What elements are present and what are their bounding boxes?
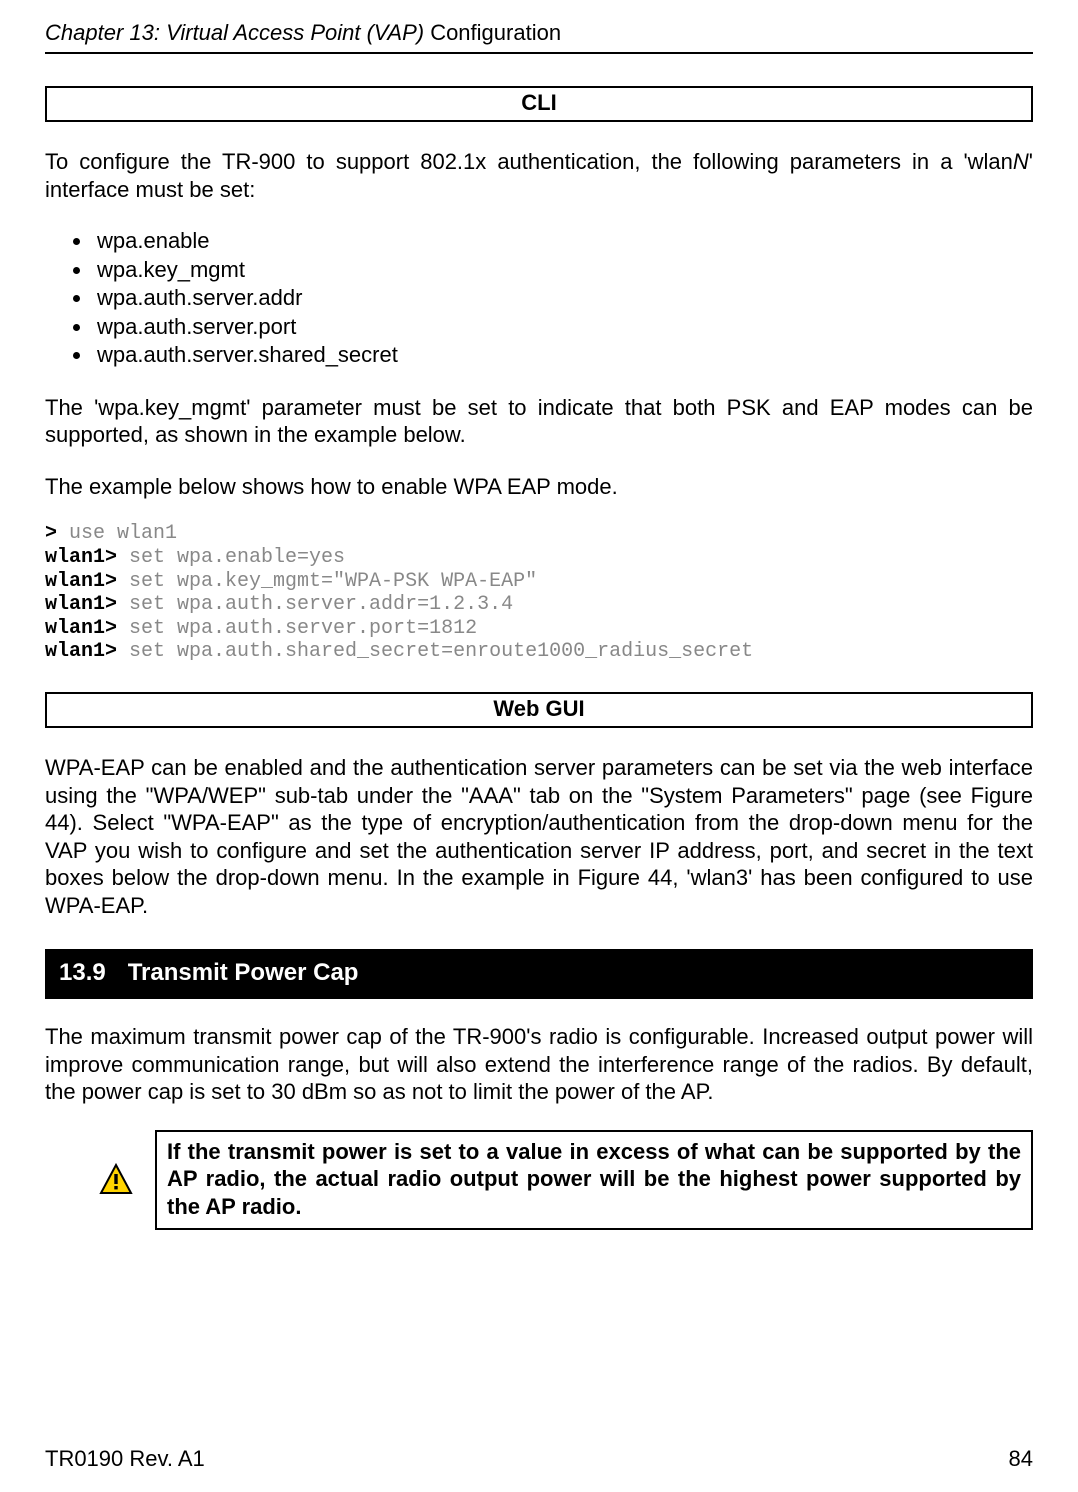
webgui-heading: Web GUI bbox=[45, 692, 1033, 728]
code-prompt: wlan1> bbox=[45, 593, 117, 616]
warning-callout: If the transmit power is set to a value … bbox=[99, 1130, 1033, 1231]
code-cmd: set wpa.enable=yes bbox=[117, 546, 345, 569]
code-cmd: set wpa.auth.server.addr=1.2.3.4 bbox=[117, 593, 513, 616]
footer-doc-id: TR0190 Rev. A1 bbox=[45, 1446, 205, 1472]
code-prompt: wlan1> bbox=[45, 570, 117, 593]
chapter-title-italic: Chapter 13: Virtual Access Point (VAP) bbox=[45, 20, 430, 45]
example-intro-paragraph: The example below shows how to enable WP… bbox=[45, 473, 1033, 501]
section-heading-bar: 13.9 Transmit Power Cap bbox=[45, 949, 1033, 999]
list-item: wpa.auth.server.addr bbox=[93, 284, 1033, 313]
code-prompt: > bbox=[45, 522, 57, 545]
list-item: wpa.auth.server.port bbox=[93, 313, 1033, 342]
footer-page-number: 84 bbox=[1009, 1446, 1033, 1472]
key-mgmt-paragraph: The 'wpa.key_mgmt' parameter must be set… bbox=[45, 394, 1033, 449]
warning-icon bbox=[99, 1163, 133, 1197]
code-cmd: use wlan1 bbox=[57, 522, 177, 545]
page-footer: TR0190 Rev. A1 84 bbox=[45, 1446, 1033, 1472]
list-item: wpa.auth.server.shared_secret bbox=[93, 341, 1033, 370]
warning-icon-wrap bbox=[99, 1130, 155, 1231]
warning-text: If the transmit power is set to a value … bbox=[155, 1130, 1033, 1231]
cli-example-code: > use wlan1 wlan1> set wpa.enable=yes wl… bbox=[45, 522, 1033, 664]
list-item: wpa.key_mgmt bbox=[93, 256, 1033, 285]
list-item: wpa.enable bbox=[93, 227, 1033, 256]
code-cmd: set wpa.auth.server.port=1812 bbox=[117, 617, 477, 640]
intro-paragraph: To configure the TR-900 to support 802.1… bbox=[45, 148, 1033, 203]
chapter-header: Chapter 13: Virtual Access Point (VAP) C… bbox=[45, 20, 1033, 54]
intro-text-1: To configure the TR-900 to support 802.1… bbox=[45, 149, 1013, 174]
webgui-paragraph: WPA-EAP can be enabled and the authentic… bbox=[45, 754, 1033, 919]
chapter-title-suffix: Configuration bbox=[430, 20, 561, 45]
parameter-list: wpa.enable wpa.key_mgmt wpa.auth.server.… bbox=[45, 227, 1033, 370]
intro-ital-n: N bbox=[1013, 149, 1029, 174]
code-prompt: wlan1> bbox=[45, 546, 117, 569]
section-number: 13.9 bbox=[59, 959, 106, 987]
code-cmd: set wpa.key_mgmt="WPA-PSK WPA-EAP" bbox=[117, 570, 537, 593]
cli-heading: CLI bbox=[45, 86, 1033, 122]
transmit-power-paragraph: The maximum transmit power cap of the TR… bbox=[45, 1023, 1033, 1106]
code-prompt: wlan1> bbox=[45, 640, 117, 663]
section-title: Transmit Power Cap bbox=[128, 959, 359, 986]
code-cmd: set wpa.auth.shared_secret=enroute1000_r… bbox=[117, 640, 753, 663]
code-prompt: wlan1> bbox=[45, 617, 117, 640]
